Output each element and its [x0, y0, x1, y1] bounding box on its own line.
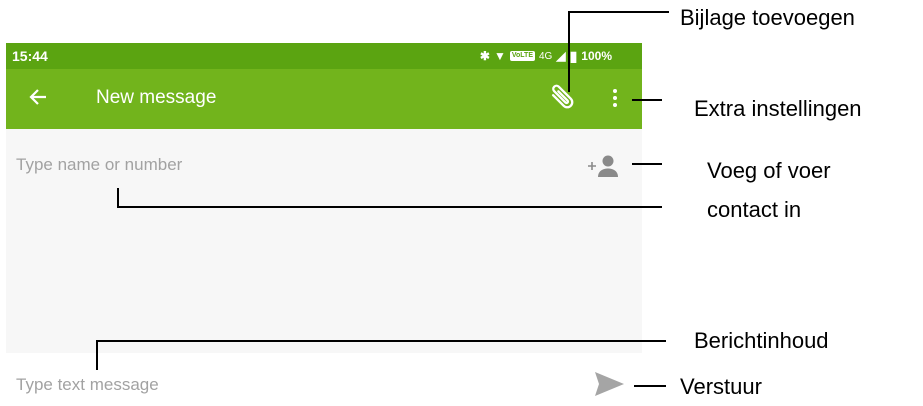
callout-send: Verstuur	[680, 374, 762, 399]
message-body-leader-horizontal	[96, 340, 666, 342]
message-input[interactable]: Type text message	[16, 375, 159, 395]
status-icons: ✱ ▼ VoLTE 4G ◢ ▮ 100%	[480, 47, 612, 65]
recipient-input[interactable]: Type name or number	[16, 155, 182, 175]
wifi-icon: ▼	[493, 49, 506, 63]
bluetooth-icon: ✱	[479, 49, 490, 63]
page-title: New message	[96, 87, 217, 108]
message-body-leader-vertical	[96, 340, 98, 370]
send-icon[interactable]	[592, 369, 626, 399]
battery-level: 100%	[581, 49, 612, 63]
contact-add-leader	[632, 163, 662, 165]
compose-bar: Type text message	[6, 353, 642, 406]
extra-settings-leader	[632, 99, 662, 101]
signal-icon: ◢	[556, 49, 566, 63]
send-leader	[634, 385, 666, 387]
more-vert-icon[interactable]	[603, 83, 627, 113]
callout-attachment: Bijlage toevoegen	[680, 5, 855, 30]
attachment-leader-horizontal	[568, 11, 669, 13]
app-bar: New message	[6, 69, 642, 129]
add-contact-icon[interactable]	[584, 151, 624, 181]
contact-field-leader-vertical	[117, 188, 119, 208]
callout-contact-line1: Voeg of voer	[707, 158, 831, 183]
volte-badge: VoLTE	[509, 51, 535, 61]
recipient-area: Type name or number	[6, 129, 642, 353]
phone-screen: 15:44 ✱ ▼ VoLTE 4G ◢ ▮ 100% New message …	[6, 43, 642, 406]
status-bar: 15:44 ✱ ▼ VoLTE 4G ◢ ▮ 100%	[6, 43, 642, 69]
attachment-leader-vertical	[568, 11, 570, 92]
callout-message-body: Berichtinhoud	[694, 328, 829, 353]
callout-extra-settings: Extra instellingen	[694, 96, 862, 121]
paperclip-icon[interactable]	[546, 81, 580, 115]
network-type: 4G	[539, 50, 553, 62]
callout-contact-line2: contact in	[707, 197, 802, 222]
battery-icon: ▮	[569, 47, 578, 64]
contact-field-leader-horizontal	[117, 206, 662, 208]
arrow-back-icon[interactable]	[24, 83, 52, 111]
status-time: 15:44	[12, 48, 48, 64]
